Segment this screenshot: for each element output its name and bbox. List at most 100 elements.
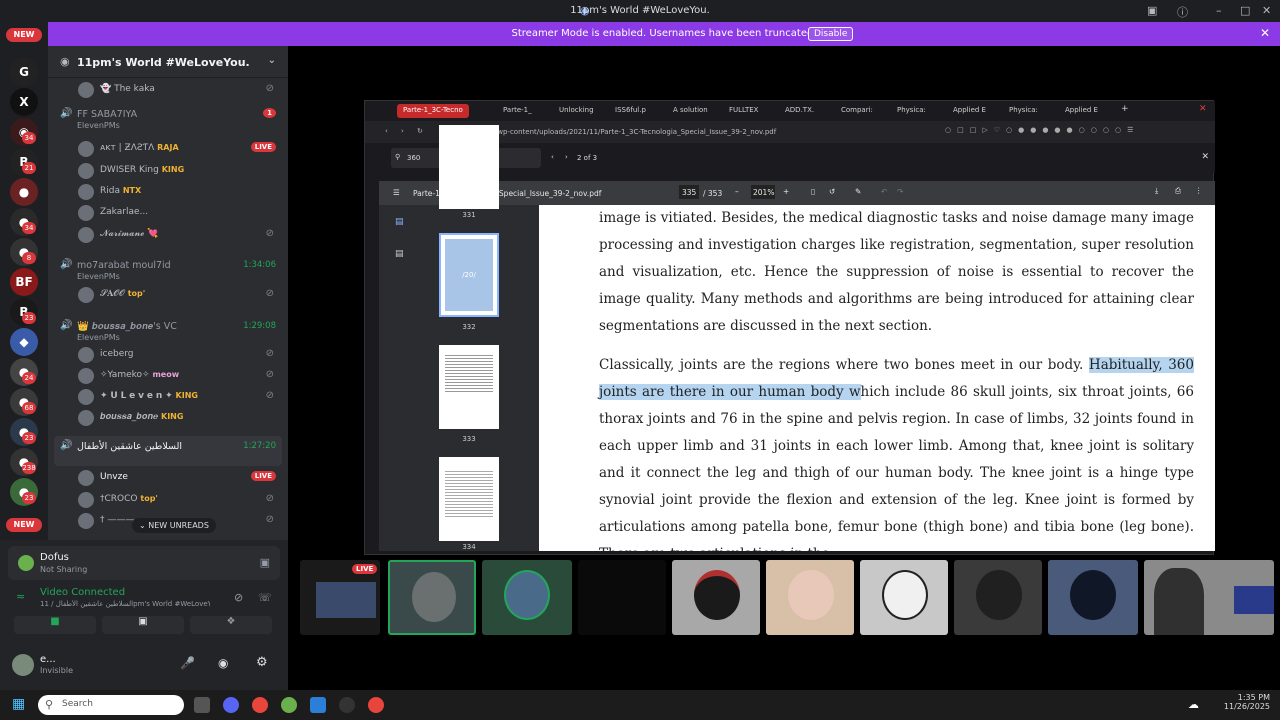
minimize-icon[interactable]: – — [1216, 4, 1222, 17]
chrome-app-icon[interactable] — [252, 697, 268, 713]
microphone-icon[interactable]: 🎤 — [180, 656, 195, 670]
zoom-in-icon[interactable]: + — [783, 187, 789, 196]
new-pill[interactable]: NEW — [6, 518, 42, 532]
chrome-app-icon[interactable] — [368, 697, 384, 713]
participant-tile[interactable] — [482, 560, 572, 635]
voice-user[interactable]: †CROCO top' ⊘ — [48, 489, 288, 510]
back-icon[interactable]: ‹ — [385, 127, 388, 135]
menu-icon[interactable]: ☰ — [393, 188, 400, 197]
redo-icon[interactable]: ↷ — [897, 187, 903, 196]
page-thumbnail-selected[interactable]: /20/ — [439, 233, 499, 317]
tab[interactable]: A solution — [667, 104, 714, 118]
tab[interactable]: ADD.TX. — [779, 104, 820, 118]
participant-tile[interactable] — [766, 560, 854, 635]
disconnect-icon[interactable]: ☏ — [258, 591, 272, 604]
taskbar-search[interactable]: ⚲ Search — [38, 695, 184, 715]
maximize-icon[interactable]: □ — [1240, 4, 1250, 17]
participant-tile[interactable] — [672, 560, 760, 635]
page-number-input[interactable]: 335 — [679, 185, 699, 199]
server-icon[interactable]: ● — [10, 178, 38, 206]
page-thumbnail[interactable] — [439, 457, 499, 541]
forward-icon[interactable]: › — [401, 127, 404, 135]
find-next-icon[interactable]: › — [565, 153, 568, 161]
voice-user[interactable]: 𝓢𝐀𝓞𝓞 top' ⊘ — [48, 284, 288, 305]
new-tab-icon[interactable]: + — [1121, 104, 1129, 114]
tab[interactable]: Compari: — [835, 104, 879, 118]
participant-tile[interactable] — [1048, 560, 1138, 635]
print-icon[interactable]: ⎙ — [1175, 186, 1181, 196]
voice-user[interactable]: ✦ 𝗨 𝗟 𝗲 𝘃 𝗲 𝗻 ✦ KING ⊘ — [48, 386, 288, 407]
download-icon[interactable]: ⤓ — [1155, 186, 1158, 196]
activities-button[interactable]: ❖ — [190, 616, 272, 634]
close-browser-icon[interactable]: ✕ — [1199, 104, 1207, 114]
find-prev-icon[interactable]: ‹ — [551, 153, 554, 161]
participant-tile[interactable] — [388, 560, 476, 635]
fit-page-icon[interactable]: ▯ — [811, 187, 815, 196]
voice-user[interactable]: ✧Yameko✧ meow ⊘ — [48, 365, 288, 386]
activity-row[interactable]: Dofus Not Sharing ▣ — [8, 546, 280, 580]
more-options-icon[interactable]: ⋮ — [1195, 186, 1203, 195]
voice-user[interactable]: 𝒃𝒐𝒖𝒔𝒔𝒂_𝒃𝒐𝒏𝒆 KING — [48, 407, 288, 428]
tab-active[interactable]: Parte-1_3C-Tecno — [397, 104, 469, 118]
voice-user[interactable]: ᴀᴋᴛ | ƵΛƧƬΛ RAJA LIVE — [48, 138, 288, 159]
settings-gear-icon[interactable]: ⚙ — [256, 655, 268, 670]
undo-icon[interactable]: ↶ — [881, 187, 887, 196]
app-icon[interactable] — [310, 697, 326, 713]
headphones-icon[interactable]: ◉ — [218, 656, 228, 670]
task-view-icon[interactable] — [194, 697, 210, 713]
voice-channel[interactable]: 🔊 mo7arabat moul7id ElevenPMs 1:34:06 — [48, 255, 288, 285]
webcam-tile[interactable] — [1144, 560, 1274, 635]
new-unreads-button[interactable]: ⌄ NEW UNREADS — [132, 518, 216, 533]
outline-icon[interactable]: ▤ — [395, 249, 404, 259]
stream-tile[interactable]: LIVE — [300, 560, 380, 635]
tab[interactable]: Parte-1_ — [497, 104, 538, 118]
start-icon[interactable]: ▦ — [12, 696, 25, 712]
close-find-icon[interactable]: ✕ — [1201, 152, 1209, 162]
reload-icon[interactable]: ↻ — [417, 127, 423, 135]
voice-user[interactable]: Zakarlae... — [48, 202, 288, 223]
voice-user[interactable]: DWISER King KING — [48, 160, 288, 181]
server-icon[interactable]: X — [10, 88, 38, 116]
participant-tile[interactable] — [954, 560, 1042, 635]
server-icon[interactable]: G — [10, 58, 38, 86]
camera-button[interactable]: ■ — [14, 616, 96, 634]
voice-channel-active[interactable]: 🔊 السلاطين عاشقين الأطفال 1:27:20 — [54, 436, 282, 466]
tab[interactable]: Unlocking — [553, 104, 600, 118]
voice-user[interactable]: 👻 The kaka ⊘ — [48, 79, 288, 100]
app-icon[interactable] — [339, 697, 355, 713]
avatar[interactable] — [12, 654, 34, 676]
voice-user[interactable]: Rida NTX — [48, 181, 288, 202]
page-thumbnail[interactable] — [439, 125, 499, 209]
rotate-icon[interactable]: ↺ — [829, 187, 835, 196]
participant-tile[interactable] — [860, 560, 948, 635]
voice-channel[interactable]: 🔊 FF SABA7IYA ElevenPMs 1 — [48, 104, 288, 134]
thumbnails-icon[interactable]: ▤ — [395, 217, 404, 227]
weather-icon[interactable]: ☁ — [1188, 698, 1199, 711]
chevron-down-icon[interactable]: ⌄ — [268, 55, 276, 66]
discord-app-icon[interactable] — [223, 697, 239, 713]
tab[interactable]: Applied E — [1059, 104, 1104, 118]
help-icon[interactable]: ⓘ — [1177, 4, 1188, 20]
voice-user[interactable]: 𝓝𝓪𝓻𝓲𝓶𝓪𝓷𝓮 💘 ⊘ — [48, 224, 288, 245]
tab[interactable]: Applied E — [947, 104, 992, 118]
close-window-icon[interactable]: ✕ — [1262, 4, 1271, 17]
tab[interactable]: FULLTEX — [723, 104, 764, 118]
game-app-icon[interactable] — [281, 697, 297, 713]
new-pill[interactable]: NEW — [6, 28, 42, 42]
page-thumbnail[interactable] — [439, 345, 499, 429]
tab[interactable]: ISS6ful.p — [609, 104, 652, 118]
zoom-input[interactable]: 201% — [751, 185, 775, 199]
extensions-icons[interactable]: ○□□▷♡○●●●●●○○○○☰ — [945, 126, 1139, 134]
voice-user[interactable]: iceberg ⊘ — [48, 344, 288, 365]
inbox-icon[interactable]: ▣ — [1147, 4, 1157, 17]
close-banner-icon[interactable]: ✕ — [1260, 26, 1270, 40]
screen-share-icon[interactable]: ▣ — [260, 556, 270, 569]
voice-user[interactable]: Unvze LIVE — [48, 467, 288, 488]
disable-button[interactable]: Disable — [808, 27, 854, 41]
annotate-icon[interactable]: ✎ — [855, 187, 861, 196]
voice-channel[interactable]: 🔊 👑 𝒃𝒐𝒖𝒔𝒔𝒂_𝒃𝒐𝒏𝒆's VC ElevenPMs 1:29:08 — [48, 316, 288, 346]
clock[interactable]: 1:35 PM 11/26/2025 — [1222, 693, 1270, 711]
server-icon[interactable]: BF — [10, 268, 38, 296]
zoom-out-icon[interactable]: – — [735, 187, 739, 196]
tab[interactable]: Physica: — [1003, 104, 1044, 118]
